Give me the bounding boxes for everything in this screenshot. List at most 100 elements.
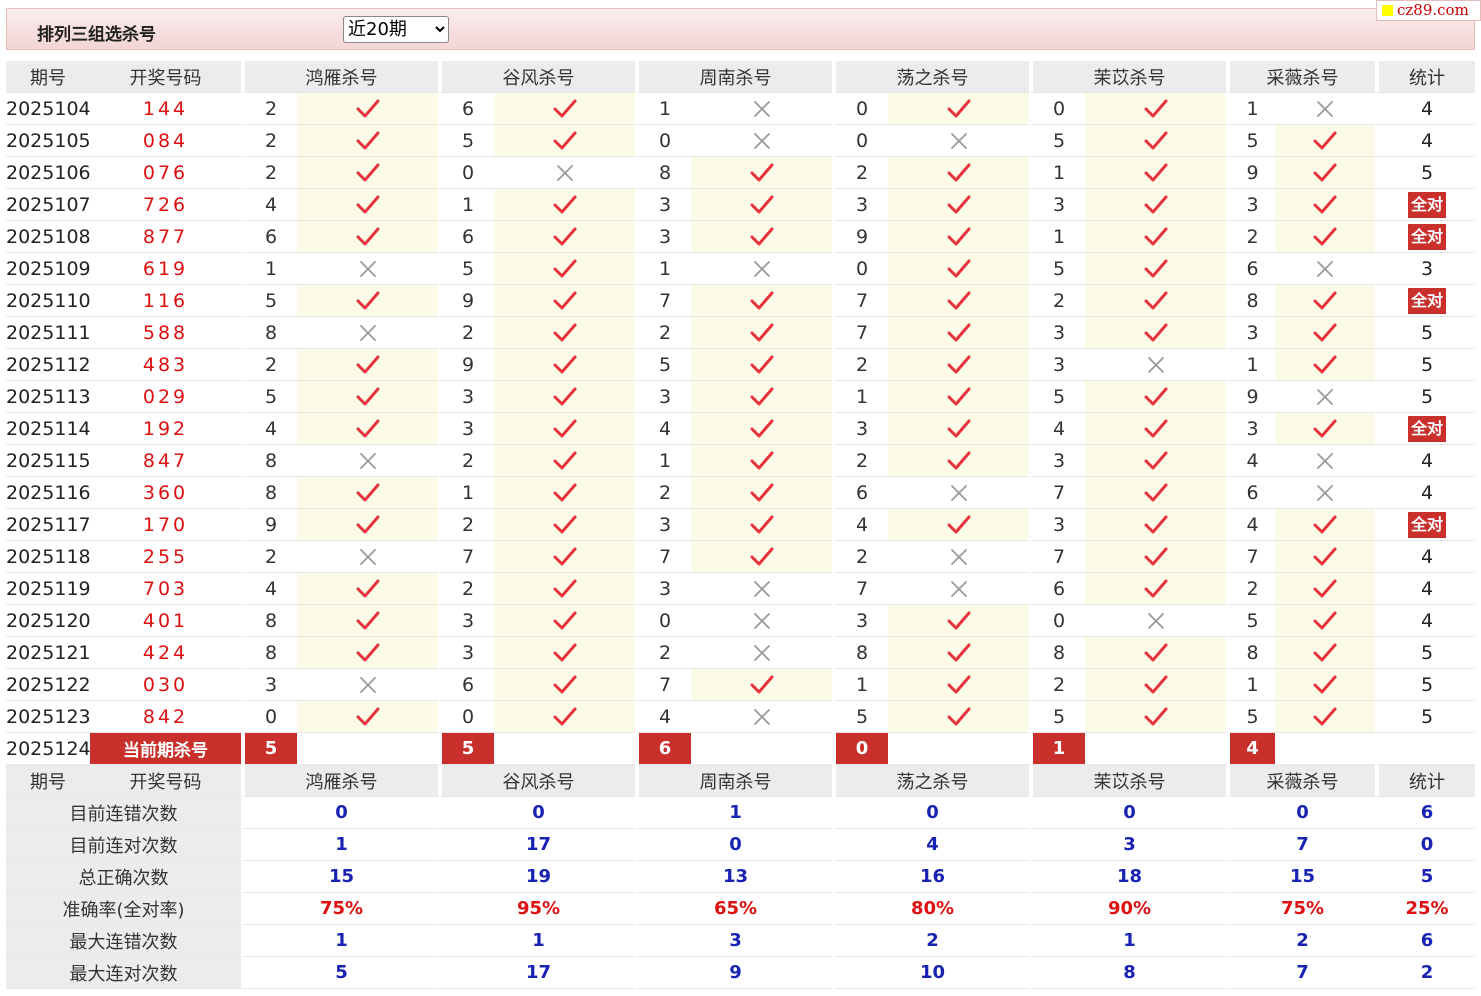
summary-value: 75% bbox=[241, 893, 438, 925]
kill-number-cell: 0 bbox=[832, 125, 888, 157]
kill-number-cell: 7 bbox=[635, 541, 691, 573]
kill-number-cell: 3 bbox=[635, 381, 691, 413]
table-row: 2025111 588 8 2 2 7 3 3 5 bbox=[6, 317, 1475, 349]
kill-result-cell bbox=[691, 253, 832, 285]
kill-result-cell bbox=[494, 541, 635, 573]
draw-number-cell: 588 bbox=[90, 317, 241, 349]
header-expert: 周南杀号 bbox=[635, 765, 832, 797]
period-range-select[interactable]: 近20期 bbox=[343, 16, 449, 43]
kill-result-cell bbox=[494, 445, 635, 477]
kill-result-cell bbox=[297, 637, 438, 669]
kill-number-cell: 5 bbox=[1029, 381, 1085, 413]
kill-number-cell: 9 bbox=[832, 221, 888, 253]
kill-number-cell: 2 bbox=[1226, 573, 1275, 605]
check-icon bbox=[1313, 163, 1337, 182]
cross-icon bbox=[1317, 453, 1333, 469]
table-row: 2025112 483 2 9 5 2 3 1 5 bbox=[6, 349, 1475, 381]
kill-result-cell bbox=[1275, 509, 1375, 541]
kill-number-cell: 2 bbox=[241, 541, 297, 573]
kill-number-cell: 8 bbox=[241, 605, 297, 637]
current-kill-blank bbox=[888, 733, 1029, 765]
summary-value: 17 bbox=[438, 957, 635, 989]
kill-result-cell bbox=[1085, 317, 1226, 349]
kill-number-cell: 1 bbox=[832, 669, 888, 701]
check-icon bbox=[1313, 355, 1337, 374]
header-expert: 荡之杀号 bbox=[832, 765, 1029, 797]
summary-row: 最大连对次数 5 17 9 10 8 7 2 bbox=[6, 957, 1475, 989]
kill-number-cell: 1 bbox=[438, 477, 494, 509]
kill-number-cell: 3 bbox=[1226, 413, 1275, 445]
draw-number-cell: 401 bbox=[90, 605, 241, 637]
current-kill-blank bbox=[691, 733, 832, 765]
check-icon bbox=[1144, 451, 1167, 470]
kill-result-cell bbox=[888, 477, 1029, 509]
check-icon bbox=[553, 387, 576, 406]
kill-result-cell bbox=[691, 573, 832, 605]
summary-value: 0 bbox=[1029, 797, 1226, 829]
kill-number-cell: 0 bbox=[241, 701, 297, 733]
check-icon bbox=[553, 99, 576, 118]
check-icon bbox=[750, 547, 773, 566]
table-header-row: 期号 开奖号码 鸿雁杀号 谷风杀号 周南杀号 荡之杀号 茉苡杀号 采薇杀号 统计 bbox=[6, 765, 1475, 797]
kill-number-cell: 8 bbox=[1226, 285, 1275, 317]
kill-result-cell bbox=[1085, 189, 1226, 221]
site-logo[interactable]: cz89.com bbox=[1376, 0, 1481, 21]
header-stat: 统计 bbox=[1375, 765, 1475, 797]
kill-result-cell bbox=[1275, 637, 1375, 669]
page-title: 排列三组选杀号 bbox=[37, 25, 156, 45]
cross-icon bbox=[950, 549, 967, 565]
summary-value: 1 bbox=[241, 925, 438, 957]
kill-number-cell: 3 bbox=[832, 413, 888, 445]
check-icon bbox=[553, 579, 576, 598]
period-cell: 2025107 bbox=[6, 189, 90, 221]
period-cell: 2025120 bbox=[6, 605, 90, 637]
kill-result-cell bbox=[494, 93, 635, 125]
kill-result-cell bbox=[297, 125, 438, 157]
draw-number-cell: 619 bbox=[90, 253, 241, 285]
kill-result-cell bbox=[888, 381, 1029, 413]
all-correct-badge: 全对 bbox=[1407, 287, 1446, 314]
check-icon bbox=[947, 515, 970, 534]
all-correct-badge: 全对 bbox=[1407, 191, 1446, 218]
check-icon bbox=[947, 291, 970, 310]
kill-number-cell: 8 bbox=[241, 445, 297, 477]
check-icon bbox=[1144, 387, 1167, 406]
kill-result-cell bbox=[494, 605, 635, 637]
kill-result-cell bbox=[297, 93, 438, 125]
summary-stat: 5 bbox=[1375, 861, 1475, 893]
check-icon bbox=[1313, 419, 1337, 438]
check-icon bbox=[553, 259, 576, 278]
check-icon bbox=[1313, 227, 1337, 246]
kill-result-cell bbox=[691, 509, 832, 541]
check-icon bbox=[356, 131, 379, 150]
kill-number-cell: 8 bbox=[1029, 637, 1085, 669]
current-period-cell: 2025124 bbox=[6, 733, 90, 765]
summary-value: 75% bbox=[1226, 893, 1375, 925]
table-row: 2025109 619 1 5 1 0 5 6 3 bbox=[6, 253, 1475, 285]
check-icon bbox=[356, 515, 379, 534]
table-row: 2025116 360 8 1 2 6 7 6 4 bbox=[6, 477, 1475, 509]
kill-number-cell: 4 bbox=[1029, 413, 1085, 445]
check-icon bbox=[1144, 99, 1167, 118]
kill-number-cell: 2 bbox=[241, 157, 297, 189]
summary-value: 7 bbox=[1226, 829, 1375, 861]
cross-icon bbox=[753, 645, 770, 661]
check-icon bbox=[1313, 611, 1337, 630]
summary-value: 15 bbox=[241, 861, 438, 893]
kill-result-cell bbox=[1085, 477, 1226, 509]
kill-result-cell bbox=[494, 573, 635, 605]
check-icon bbox=[1144, 163, 1167, 182]
check-icon bbox=[947, 451, 970, 470]
stat-cell: 4 bbox=[1375, 93, 1475, 125]
kill-number-cell: 8 bbox=[241, 317, 297, 349]
header-expert: 茉苡杀号 bbox=[1029, 61, 1226, 93]
kill-number-cell: 2 bbox=[635, 317, 691, 349]
kill-result-cell bbox=[297, 381, 438, 413]
draw-number-cell: 170 bbox=[90, 509, 241, 541]
kill-number-cell: 5 bbox=[1226, 701, 1275, 733]
summary-label: 目前连错次数 bbox=[6, 797, 241, 829]
kill-number-cell: 1 bbox=[438, 189, 494, 221]
kill-number-cell: 5 bbox=[635, 349, 691, 381]
check-icon bbox=[1144, 323, 1167, 342]
kill-number-cell: 3 bbox=[1029, 189, 1085, 221]
